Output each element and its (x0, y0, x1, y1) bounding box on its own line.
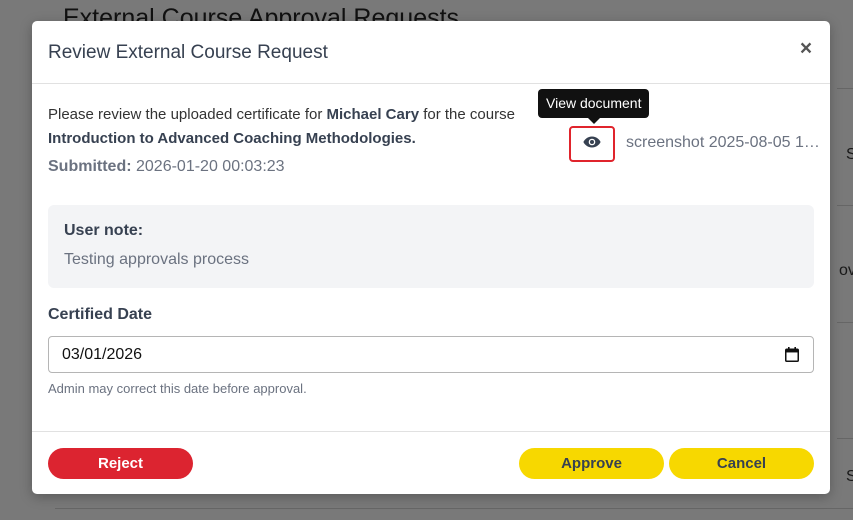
eye-icon (583, 135, 601, 153)
submitted-info: Submitted: 2026-01-20 00:03:23 (48, 158, 285, 176)
intro-middle: for the course (419, 106, 515, 123)
user-name: Michael Cary (326, 106, 420, 123)
close-button[interactable]: × (794, 37, 818, 61)
intro-prefix: Please review the uploaded certificate f… (48, 106, 327, 123)
reject-button[interactable]: Reject (48, 448, 193, 479)
user-note-label: User note: (64, 222, 144, 239)
course-name: Introduction to Advanced Coaching Method… (48, 130, 416, 147)
approve-button[interactable]: Approve (519, 448, 664, 479)
certified-date-value: 03/01/2026 (62, 346, 143, 363)
user-note-text: Testing approvals process (64, 251, 249, 268)
submitted-label: Submitted: (48, 158, 132, 175)
user-note-box: User note: Testing approvals process (48, 205, 814, 288)
intro-text: Please review the uploaded certificate f… (48, 103, 548, 151)
modal-header: Review External Course Request × (32, 21, 830, 84)
modal-title: Review External Course Request (48, 42, 328, 63)
view-document-tooltip: View document (538, 89, 650, 124)
document-filename[interactable]: screenshot 2025-08-05 13.45.12.png (626, 134, 820, 152)
review-modal: Review External Course Request × Please … (32, 21, 830, 494)
certified-date-help: Admin may correct this date before appro… (48, 381, 307, 396)
certified-date-label: Certified Date (48, 306, 153, 323)
certified-date-input[interactable]: 03/01/2026 (48, 336, 814, 373)
submitted-value: 2026-01-20 00:03:23 (136, 158, 285, 175)
view-document-button[interactable] (569, 126, 615, 162)
calendar-icon[interactable] (785, 347, 799, 367)
modal-footer: Reject Approve Cancel (32, 431, 830, 495)
cancel-button[interactable]: Cancel (669, 448, 814, 479)
